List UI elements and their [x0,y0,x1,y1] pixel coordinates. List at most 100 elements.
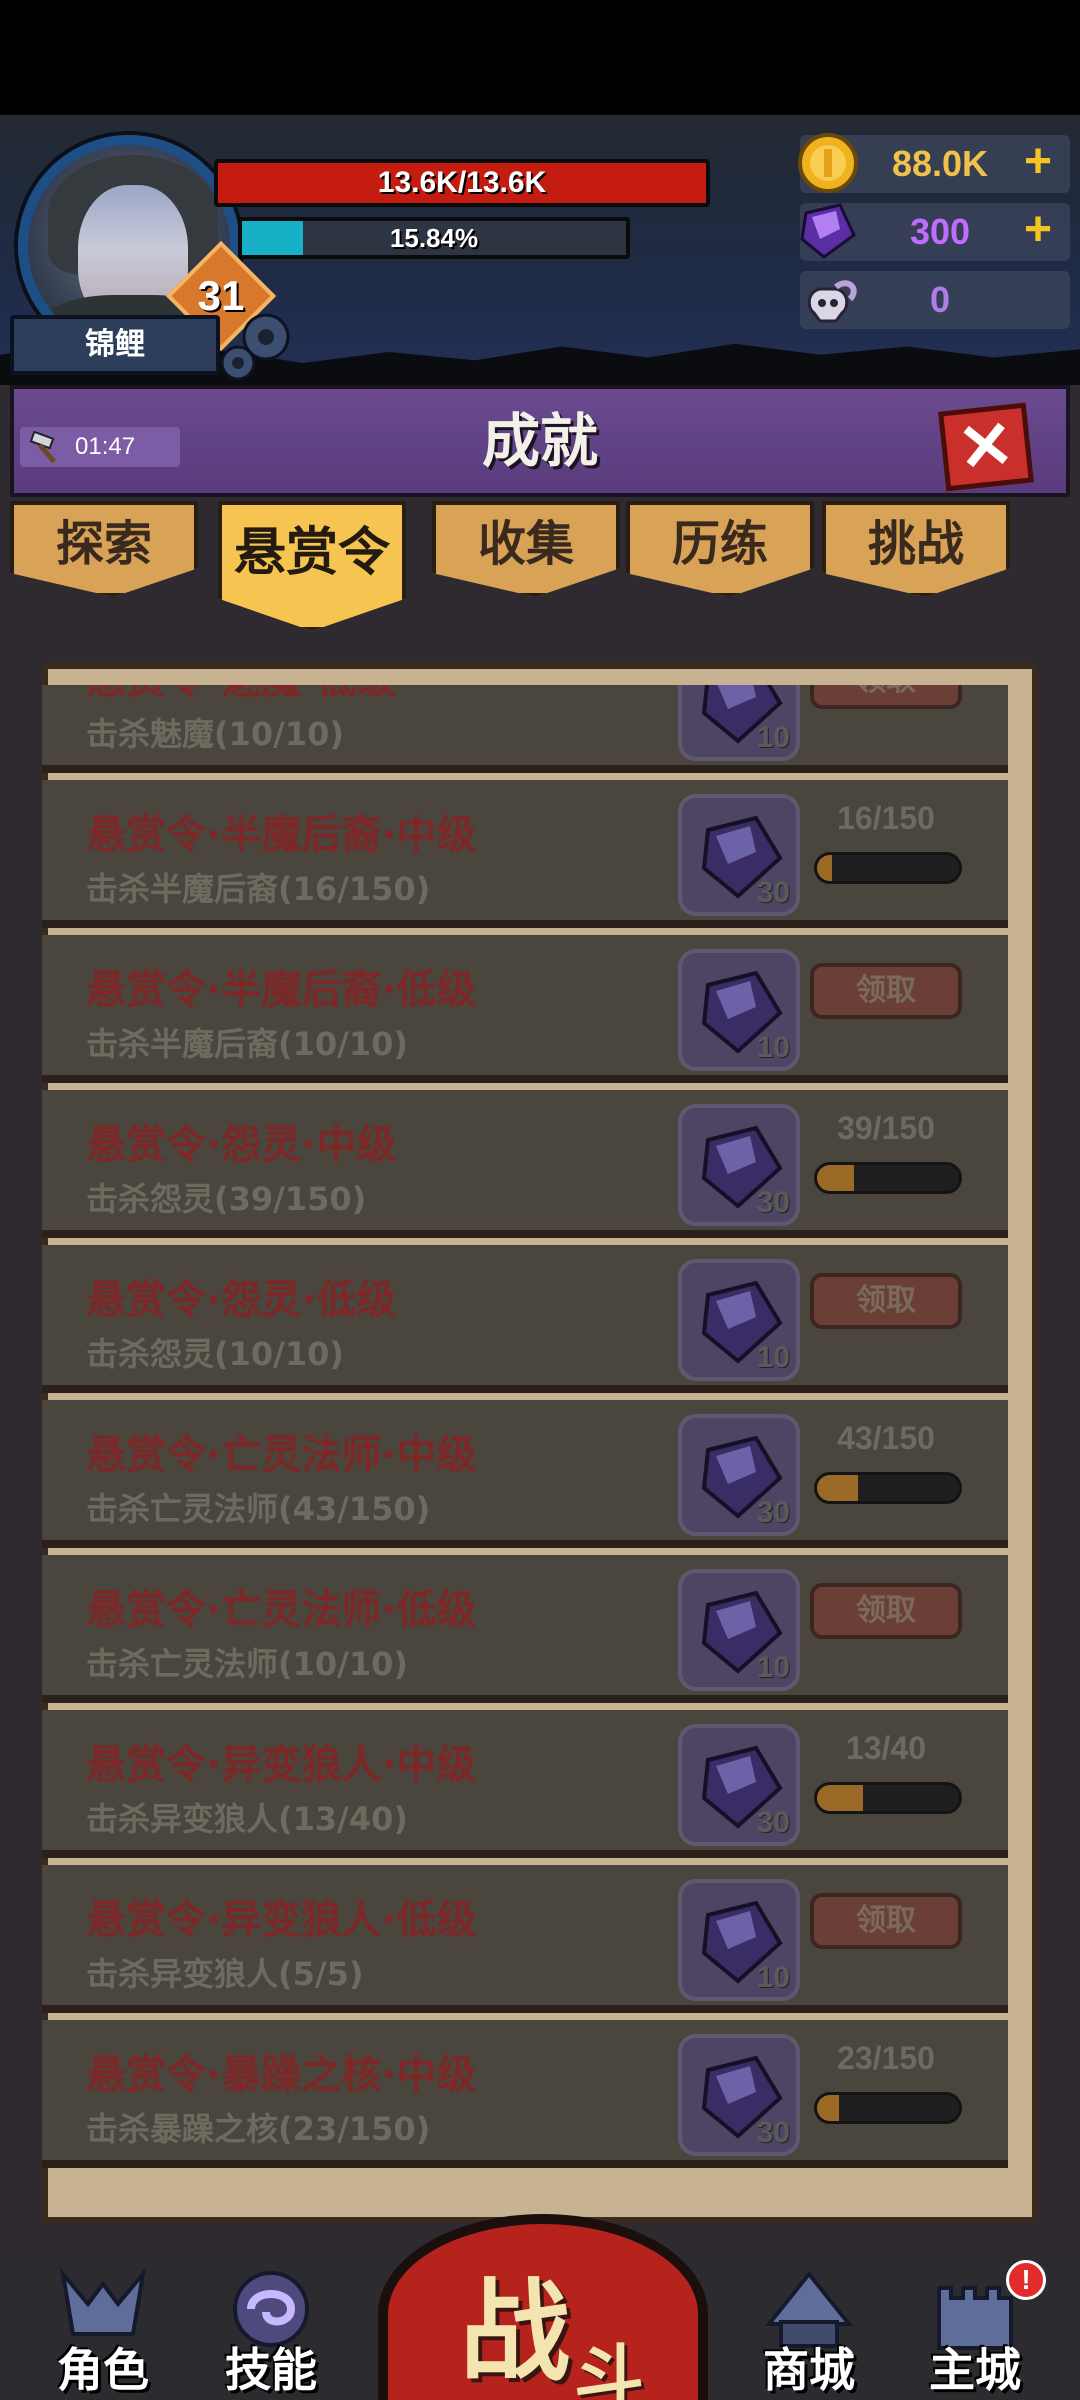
nav-label: 技能 [225,2343,317,2397]
progress-text: 43/150 [837,1420,935,1456]
gold-currency: 88.0K + [798,133,1070,193]
claim-label: 领取 [856,1903,916,1938]
tab-label: 探索 [55,516,152,572]
player-name: 锦鲤 [85,327,145,362]
achievement-desc: 击杀暴躁之核(23/150) [86,2110,431,2148]
hammer-icon [29,430,57,464]
reward-crystal[interactable]: 30 [678,1104,800,1226]
achievement-title: 悬赏令·异变狼人·低级 [86,1897,477,1943]
timer-text: 01:47 [75,433,136,460]
claim-label: 领取 [856,1593,916,1628]
crystal-currency: 300 + [800,203,1070,261]
name-plate: 锦鲤 [10,315,220,375]
achievement-row: 悬赏令·怨灵·低级 击杀怨灵(10/10) 10 领取 [42,1245,1008,1393]
exp-bar: 15.84% [238,217,630,259]
skull-currency: 0 [800,271,1070,329]
battle-button[interactable]: 战 斗 [378,2214,708,2400]
progress-text: 23/150 [837,2040,935,2076]
hp-text: 13.6K/13.6K [377,166,547,199]
reward-count: 30 [756,1496,790,1529]
achievement-title: 悬赏令·怨灵·中级 [86,1122,397,1168]
tab-training[interactable]: 历练 [626,501,814,597]
add-gold-button[interactable]: + [1014,138,1062,187]
achievement-desc: 击杀异变狼人(5/5) [86,1955,364,1993]
notification-badge: ! [1006,2260,1046,2300]
achievement-row: 悬赏令·异变狼人·中级 击杀异变狼人(13/40) 30 13/40 [42,1710,1008,1858]
progress-bar [814,1162,962,1194]
progress-bar [814,1472,962,1504]
reward-count: 10 [756,1651,790,1684]
skull-value: 0 [929,279,951,320]
gold-coin-icon [798,133,858,193]
achievement-title: 悬赏令·亡灵法师·低级 [86,1587,477,1633]
ram-skull-icon [807,280,857,323]
reward-crystal[interactable]: 30 [678,2034,800,2156]
player-header: 13.6K/13.6K 15.84% 31 锦鲤 88.0K + 300 + 0 [0,115,1080,385]
battle-label-small: 斗 [574,2337,644,2400]
tab-bounty[interactable]: 悬赏令 [218,501,406,631]
achievement-title: 悬赏令·魅魔·低级 [86,685,396,705]
tab-challenge[interactable]: 挑战 [822,501,1010,597]
progress-text: 16/150 [837,800,935,836]
reward-count: 30 [756,876,790,909]
achievement-row: 悬赏令·异变狼人·低级击杀异变狼人(5/5) 10 领取 [42,1865,1008,2013]
reward-crystal[interactable]: 30 [678,794,800,916]
achievement-title: 悬赏令·暴躁之核·中级 [86,2052,477,2098]
tab-label: 历练 [671,516,768,572]
achievement-desc: 击杀半魔后裔(16/150) [86,870,431,908]
achievement-desc: 击杀半魔后裔(10/10) [86,1025,409,1063]
reward-crystal[interactable]: 10 [678,1569,800,1691]
reward-crystal[interactable]: 30 [678,1724,800,1846]
achievement-title: 悬赏令·异变狼人·中级 [86,1742,477,1788]
claim-button[interactable]: 领取 [810,685,962,709]
achievement-row: 悬赏令·怨灵·中级 击杀怨灵(39/150) 30 39/150 [42,1090,1008,1238]
tab-bar: 探索 悬赏令 收集 历练 挑战 [10,501,1070,631]
reward-crystal[interactable]: 10 [678,1879,800,2001]
tab-explore[interactable]: 探索 [10,501,198,597]
add-crystal-button[interactable]: + [1014,206,1062,255]
exp-text: 15.84% [389,223,479,253]
reward-count: 10 [756,1341,790,1374]
tab-label: 悬赏令 [233,523,390,583]
achievement-title: 悬赏令·半魔后裔·低级 [86,967,477,1013]
close-icon: ✕ [954,406,1018,486]
battle-label-big: 战 [460,2268,570,2396]
achievement-list[interactable]: 悬赏令·魅魔·低级击杀魅魔(10/10)10领取悬赏令·半魔后裔·中级击杀半魔后… [42,685,1008,2225]
achievement-row: 悬赏令·亡灵法师·中级 击杀亡灵法师(43/150) 30 43/150 [42,1400,1008,1548]
nav-shop[interactable]: 商城 [744,2264,874,2400]
claim-button[interactable]: 领取 [810,1273,962,1329]
achievement-panel: 成就 01:47 ✕ 探索 悬赏令 收集 历练 挑战 悬赏令·魅魔·低级击杀魅 [0,385,1080,2250]
reward-crystal[interactable]: 10 [678,949,800,1071]
nav-skill[interactable]: 技能 [206,2264,336,2400]
achievement-desc: 击杀魅魔(10/10) [86,715,345,753]
nav-label: 角色 [57,2343,149,2397]
achievement-row: 悬赏令·半魔后裔·中级击杀半魔后裔(16/150) 30 16/150 [42,780,1008,928]
achievement-desc: 击杀怨灵(10/10) [86,1335,345,1373]
reward-crystal[interactable]: 10 [678,685,800,761]
settings-gear-icon[interactable] [214,305,298,385]
progress-fill [817,1165,854,1191]
reward-crystal[interactable]: 30 [678,1414,800,1536]
achievement-row: 悬赏令·魅魔·低级击杀魅魔(10/10) 10 领取 [42,685,1008,773]
gold-value: 88.0K [891,143,989,184]
close-button[interactable]: ✕ [938,402,1034,492]
reward-count: 10 [756,721,790,754]
tab-collect[interactable]: 收集 [432,501,620,597]
achievement-row: 悬赏令·亡灵法师·低级 击杀亡灵法师(10/10) 10 领取 [42,1555,1008,1703]
achievement-title: 悬赏令·亡灵法师·中级 [86,1432,477,1478]
reward-count: 30 [756,2116,790,2149]
achievement-title: 悬赏令·半魔后裔·中级 [86,812,477,858]
hp-bar: 13.6K/13.6K [214,159,710,207]
progress-bar [814,852,962,884]
nav-character[interactable]: 角色 [38,2264,168,2400]
alert-icon: ! [1021,2264,1031,2295]
nav-label: 商城 [763,2343,855,2397]
claim-label: 领取 [856,973,916,1008]
claim-button[interactable]: 领取 [810,963,962,1019]
reward-crystal[interactable]: 10 [678,1259,800,1381]
status-bar [0,0,1080,115]
crystal-value: 300 [909,211,971,252]
progress-fill [817,1475,858,1501]
claim-button[interactable]: 领取 [810,1583,962,1639]
claim-button[interactable]: 领取 [810,1893,962,1949]
